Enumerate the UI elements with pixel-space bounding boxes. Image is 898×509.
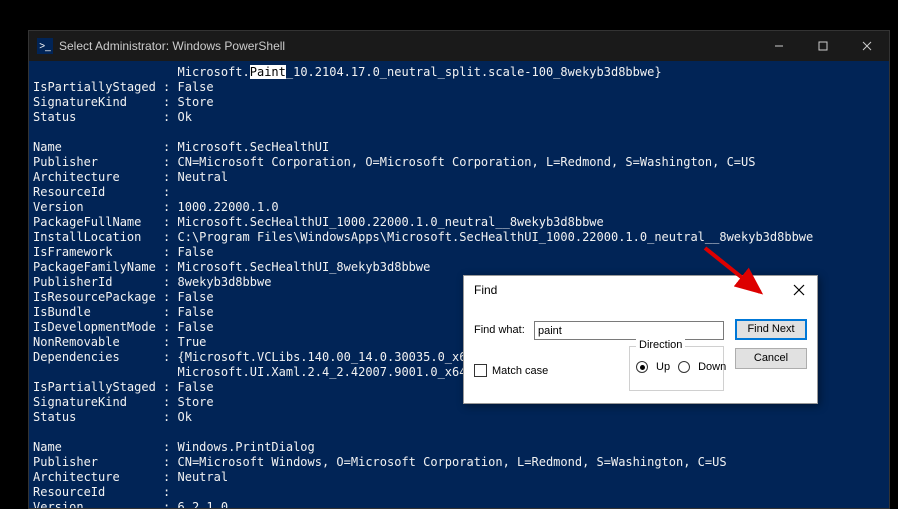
direction-down-label: Down (698, 361, 726, 373)
console-line: PackageFullName : Microsoft.SecHealthUI_… (33, 215, 889, 230)
titlebar[interactable]: >_ Select Administrator: Windows PowerSh… (29, 31, 889, 61)
console-line: Version : 6.2.1.0 (33, 500, 889, 508)
find-titlebar[interactable]: Find (464, 276, 817, 304)
cancel-button[interactable]: Cancel (735, 348, 807, 369)
match-case-checkbox[interactable] (474, 364, 487, 377)
search-highlight: Paint (250, 65, 286, 79)
console-line (33, 125, 889, 140)
console-line: Name : Windows.PrintDialog (33, 440, 889, 455)
direction-down-radio[interactable] (678, 361, 690, 373)
close-button[interactable] (845, 31, 889, 61)
console-line: Name : Microsoft.SecHealthUI (33, 140, 889, 155)
maximize-button[interactable] (801, 31, 845, 61)
console-line: IsPartiallyStaged : False (33, 80, 889, 95)
console-line: Status : Ok (33, 410, 889, 425)
console-line: ResourceId : (33, 485, 889, 500)
console-line: Status : Ok (33, 110, 889, 125)
console-line: Architecture : Neutral (33, 470, 889, 485)
direction-group: Direction Up Down (629, 346, 724, 391)
console-line: Version : 1000.22000.1.0 (33, 200, 889, 215)
find-title-text: Find (474, 283, 787, 297)
find-input[interactable] (534, 321, 724, 340)
console-line: ResourceId : (33, 185, 889, 200)
window-title: Select Administrator: Windows PowerShell (59, 39, 285, 53)
console-line: Publisher : CN=Microsoft Corporation, O=… (33, 155, 889, 170)
console-line: SignatureKind : Store (33, 95, 889, 110)
direction-legend: Direction (636, 339, 685, 351)
find-what-label: Find what: (474, 324, 525, 336)
console-line: InstallLocation : C:\Program Files\Windo… (33, 230, 889, 245)
console-line: IsFramework : False (33, 245, 889, 260)
console-line: Microsoft.Paint_10.2104.17.0_neutral_spl… (33, 65, 889, 80)
find-dialog: Find Find what: Find Next Cancel Match c… (463, 275, 818, 404)
console-line: PackageFamilyName : Microsoft.SecHealthU… (33, 260, 889, 275)
match-case-label: Match case (492, 365, 548, 377)
powershell-icon: >_ (37, 38, 53, 54)
powershell-window: >_ Select Administrator: Windows PowerSh… (28, 30, 890, 509)
console-line (33, 425, 889, 440)
find-next-button[interactable]: Find Next (735, 319, 807, 340)
direction-up-label: Up (656, 361, 670, 373)
minimize-button[interactable] (757, 31, 801, 61)
console-line: Architecture : Neutral (33, 170, 889, 185)
close-icon[interactable] (787, 280, 811, 300)
console-line: Publisher : CN=Microsoft Windows, O=Micr… (33, 455, 889, 470)
direction-up-radio[interactable] (636, 361, 648, 373)
